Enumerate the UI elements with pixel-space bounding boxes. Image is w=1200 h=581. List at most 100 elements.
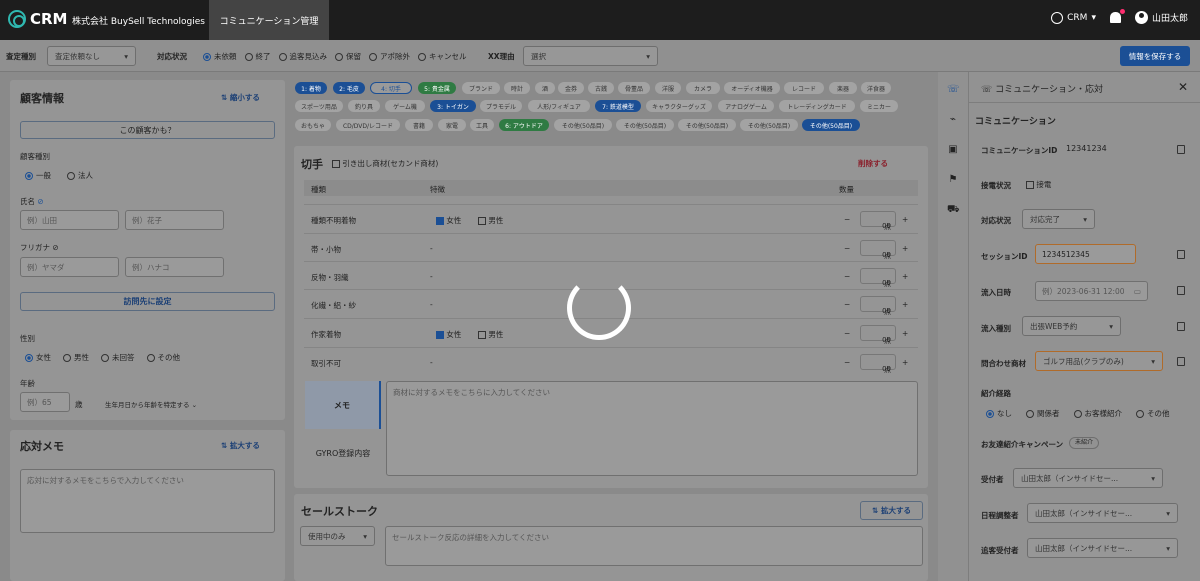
gyro-tab[interactable]: GYRO登録内容 <box>305 430 381 476</box>
route-radio-related[interactable]: 関係者 <box>1026 408 1060 419</box>
minus-icon[interactable]: − <box>844 329 850 338</box>
plus-icon[interactable]: + <box>902 329 908 338</box>
logo[interactable]: CRM <box>8 10 68 28</box>
tag-appliance[interactable]: 家電 <box>438 119 466 131</box>
tag-other-4[interactable]: その他(50品目) <box>740 119 798 131</box>
minus-icon[interactable]: − <box>844 244 850 253</box>
copy-icon[interactable] <box>1177 286 1185 295</box>
copy-icon[interactable] <box>1177 250 1185 259</box>
tag-cd-dvd[interactable]: CD/DVD/レコード <box>336 119 400 131</box>
tag-other-1[interactable]: その他(50品目) <box>554 119 612 131</box>
tag-tools[interactable]: 工具 <box>470 119 494 131</box>
tag-liquor[interactable]: 酒 <box>535 82 555 94</box>
tag-railway[interactable]: 7: 鉄道模型 <box>595 100 641 112</box>
male-checkbox[interactable]: 男性 <box>478 215 503 226</box>
qty-input[interactable]: 00 点 <box>860 296 896 316</box>
gender-radio-0[interactable]: 女性 <box>25 352 51 363</box>
first-kana-input[interactable]: 例）ハナコ <box>125 257 224 277</box>
sales-textarea[interactable]: セールストーク反応の詳細を入力してください <box>385 526 923 566</box>
memo-tab[interactable]: メモ <box>305 381 381 429</box>
save-button[interactable]: 情報を保存する <box>1120 46 1190 66</box>
plus-icon[interactable]: + <box>902 244 908 253</box>
reason-select[interactable]: 選択 ▾ <box>523 46 658 66</box>
tag-clothes[interactable]: 洋服 <box>655 82 681 94</box>
tag-voucher[interactable]: 金券 <box>558 82 584 94</box>
minus-icon[interactable]: − <box>844 215 850 224</box>
tag-trading-card[interactable]: トレーディングカード <box>779 100 855 112</box>
qty-input[interactable]: 00 点 <box>860 354 896 374</box>
user-menu[interactable]: 山田太郎 <box>1134 11 1188 24</box>
minus-icon[interactable]: − <box>844 358 850 367</box>
copy-icon[interactable] <box>1177 145 1185 154</box>
tag-stamp[interactable]: 4: 切手 <box>370 82 412 94</box>
female-checkbox[interactable]: 女性 <box>436 329 461 340</box>
activity-icon[interactable]: ⌁ <box>947 114 959 126</box>
cart-icon[interactable]: ⛟ <box>947 204 960 216</box>
status-radio-1[interactable]: 終了 <box>244 51 271 62</box>
call-checkbox[interactable]: 接電 <box>1026 179 1051 190</box>
tag-coins[interactable]: 古銭 <box>588 82 614 94</box>
tag-kimono[interactable]: 1: 着物 <box>295 82 327 94</box>
take-out-checkbox[interactable]: 引き出し商材(セカンド商材) <box>332 158 438 169</box>
male-checkbox[interactable]: 男性 <box>478 329 503 340</box>
memo-expand-button[interactable]: ⇅ 拡大する <box>221 440 260 451</box>
crm-switch[interactable]: CRM ▾ <box>1051 11 1096 24</box>
female-checkbox[interactable]: 女性 <box>436 215 461 226</box>
calendar-check-icon[interactable]: ▣ <box>947 144 959 156</box>
bell-icon[interactable] <box>1109 9 1125 23</box>
qty-input[interactable]: 00 点 <box>860 268 896 288</box>
first-name-input[interactable]: 例）花子 <box>125 210 224 230</box>
copy-icon[interactable] <box>1177 357 1185 366</box>
memo-textarea[interactable]: 応対に対するメモをこちらで入力してください <box>20 469 275 533</box>
status-select[interactable]: 対応完了 ▾ <box>1022 209 1095 229</box>
phone-icon[interactable]: ☏ <box>947 84 960 96</box>
age-input[interactable]: 例）65 <box>20 392 70 412</box>
receiver-select[interactable]: 山田太郎（インサイドセー... ▾ <box>1013 468 1163 488</box>
tag-toys[interactable]: おもちゃ <box>295 119 331 131</box>
close-icon[interactable]: ✕ <box>1178 80 1188 94</box>
collapse-button[interactable]: ⇅ 縮小する <box>221 92 260 103</box>
tag-books[interactable]: 書籍 <box>405 119 433 131</box>
tag-brand[interactable]: ブランド <box>462 82 500 94</box>
tag-watch[interactable]: 時計 <box>504 82 530 94</box>
last-kana-input[interactable]: 例）ヤマダ <box>20 257 119 277</box>
gender-radio-3[interactable]: その他 <box>146 352 180 363</box>
sales-expand-button[interactable]: ⇅ 拡大する <box>860 501 923 520</box>
item-memo-textarea[interactable]: 商材に対するメモをこちらに入力してください <box>386 381 918 476</box>
qty-input[interactable]: 00 点 <box>860 240 896 260</box>
sales-filter-select[interactable]: 使用中のみ ▾ <box>300 526 375 546</box>
tag-plamodel[interactable]: プラモデル <box>480 100 522 112</box>
tag-analog-game[interactable]: アナログゲーム <box>718 100 774 112</box>
tag-tableware[interactable]: 洋食器 <box>861 82 891 94</box>
tag-other-3[interactable]: その他(50品目) <box>678 119 736 131</box>
visit-button[interactable]: 訪問先に設定 <box>20 292 275 311</box>
last-name-input[interactable]: 例）山田 <box>20 210 119 230</box>
tag-audio[interactable]: オーディオ機器 <box>724 82 780 94</box>
tag-character[interactable]: キャラクターグッズ <box>646 100 712 112</box>
tag-other-2[interactable]: その他(50品目) <box>616 119 674 131</box>
tag-fur[interactable]: 2: 毛皮 <box>333 82 365 94</box>
birth-date-link[interactable]: 生年月日から年齢を特定する ⌄ <box>105 399 197 409</box>
status-radio-3[interactable]: 保留 <box>335 51 361 62</box>
assessment-select[interactable]: 査定依頼なし ▾ <box>47 46 136 66</box>
delete-button[interactable]: 削除する <box>858 158 888 169</box>
maybe-customer-button[interactable]: この顧客かも？ <box>20 121 275 139</box>
tag-record[interactable]: レコード <box>784 82 824 94</box>
tag-camera[interactable]: カメラ <box>686 82 720 94</box>
type-radio-general[interactable]: 一般 <box>25 170 51 181</box>
qty-input[interactable]: 00 点 <box>860 211 896 231</box>
tag-game[interactable]: ゲーム機 <box>385 100 425 112</box>
tag-fishing[interactable]: 釣り具 <box>348 100 380 112</box>
inflow-date-input[interactable]: 例）2023-06-31 12:00 ▭ <box>1035 281 1148 301</box>
status-radio-4[interactable]: アポ除外 <box>369 51 410 62</box>
plus-icon[interactable]: + <box>902 272 908 281</box>
flag-icon[interactable]: ⚑ <box>947 174 959 186</box>
tab-communication[interactable]: コミュニケーション管理 <box>209 0 329 40</box>
minus-icon[interactable]: − <box>844 272 850 281</box>
type-radio-corporate[interactable]: 法人 <box>67 170 93 181</box>
minus-icon[interactable]: − <box>844 300 850 309</box>
tag-precious-metal[interactable]: 5: 貴金属 <box>418 82 456 94</box>
tag-outdoor[interactable]: 6: アウトドア <box>499 119 549 131</box>
gender-radio-2[interactable]: 未回答 <box>101 352 135 363</box>
copy-icon[interactable] <box>1177 322 1185 331</box>
